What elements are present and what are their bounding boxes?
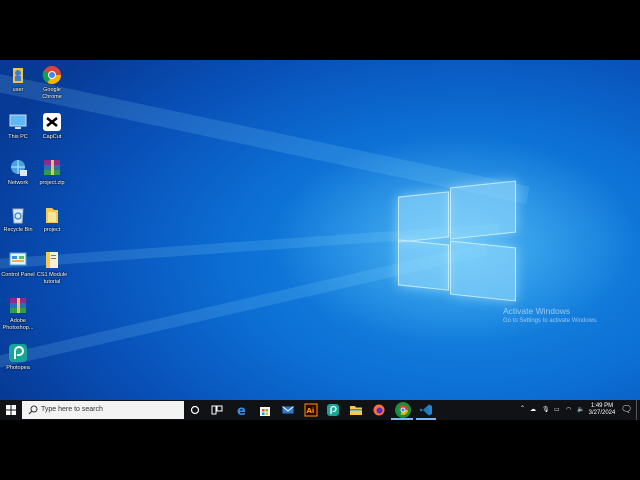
- edge-icon: e: [237, 404, 246, 419]
- winrar-icon: [8, 296, 28, 316]
- active-app-indicator: [391, 418, 413, 420]
- illustrator-taskbar-button[interactable]: Ai: [304, 403, 318, 417]
- chrome-taskbar-button[interactable]: [395, 402, 411, 418]
- desktop-icon-network[interactable]: Network: [0, 158, 36, 187]
- watermark-subtitle: Go to Settings to activate Windows.: [503, 318, 598, 324]
- task-view-button[interactable]: [210, 403, 224, 417]
- desktop-icon-control-panel[interactable]: Control Panel: [0, 250, 36, 279]
- onedrive-tray-icon[interactable]: ☁: [530, 406, 536, 413]
- desktop-icon-chrome[interactable]: Google Chrome: [34, 65, 70, 100]
- capcut-icon: [42, 112, 62, 132]
- file-explorer-taskbar-button[interactable]: [349, 403, 363, 417]
- desktop-icon-this-pc[interactable]: This PC: [0, 112, 36, 141]
- file-explorer-icon: [350, 406, 362, 415]
- cortana-button[interactable]: [188, 403, 202, 417]
- photopea-taskbar-button[interactable]: [326, 403, 340, 417]
- svg-text:Ai: Ai: [307, 407, 315, 415]
- notifications-button[interactable]: 🗨: [621, 404, 632, 415]
- windows-start-icon: [6, 405, 16, 415]
- store-icon: [260, 407, 270, 416]
- volume-tray-icon[interactable]: 🔈: [577, 406, 584, 413]
- svg-text:e: e: [237, 404, 246, 417]
- desktop: user Google Chrome This PC CapCut Networ…: [0, 60, 640, 420]
- mail-taskbar-button[interactable]: [281, 403, 295, 417]
- watermark-title: Activate Windows: [503, 306, 571, 316]
- chevron-up-icon: ⌃: [520, 406, 526, 412]
- photopea-icon: [8, 343, 28, 363]
- clock-time: 1:49 PM: [590, 403, 614, 409]
- search-placeholder: Type here to search: [41, 406, 103, 413]
- vscode-taskbar-button[interactable]: [419, 403, 433, 417]
- photopea-icon: [327, 404, 339, 416]
- control-panel-icon: [8, 250, 28, 270]
- activate-windows-watermark: Activate Windows Go to Settings to activ…: [503, 306, 598, 324]
- clock[interactable]: 1:49 PM 3/27/2024: [588, 403, 616, 417]
- document-icon: [42, 250, 62, 270]
- folder-icon: [42, 205, 62, 225]
- mail-icon: [282, 406, 294, 414]
- show-hidden-icons-button[interactable]: ⌃: [520, 405, 525, 412]
- task-view-icon: [211, 405, 223, 415]
- desktop-icon-user[interactable]: user: [0, 65, 36, 94]
- taskbar-search-box[interactable]: Type here to search: [22, 401, 184, 419]
- show-desktop-button[interactable]: [636, 400, 637, 420]
- edge-taskbar-button[interactable]: e: [235, 403, 249, 419]
- desktop-icon-adobe-photoshop[interactable]: Adobe Photoshop...: [0, 296, 36, 331]
- chrome-icon: [42, 65, 62, 85]
- winrar-archive-icon: [42, 158, 62, 178]
- clock-date: 3/27/2024: [588, 410, 616, 416]
- network-icon: [8, 158, 28, 178]
- user-folder-icon: [8, 65, 28, 85]
- desktop-icon-project-zip[interactable]: project.zip: [34, 158, 70, 187]
- search-icon: [28, 405, 38, 415]
- microphone-tray-icon[interactable]: 🎙: [542, 406, 550, 413]
- desktop-icon-capcut[interactable]: CapCut: [34, 112, 70, 141]
- chrome-icon: [397, 405, 408, 415]
- wifi-tray-icon[interactable]: ◠: [566, 406, 571, 413]
- vscode-icon: [420, 404, 432, 416]
- vscode-active-indicator: [416, 418, 436, 420]
- desktop-icon-cs1-module[interactable]: CS1 Module tutorial: [34, 250, 70, 285]
- illustrator-icon: Ai: [304, 403, 318, 417]
- cortana-icon: [190, 405, 200, 415]
- desktop-icon-recycle-bin[interactable]: Recycle Bin: [0, 205, 36, 234]
- recycle-bin-icon: [8, 205, 28, 225]
- this-pc-icon: [8, 112, 28, 132]
- desktop-icon-project[interactable]: project: [34, 205, 70, 234]
- firefox-icon: [373, 404, 385, 416]
- firefox-taskbar-button[interactable]: [372, 403, 386, 417]
- notification-icon: 🗨: [621, 404, 633, 414]
- store-taskbar-button[interactable]: [258, 403, 272, 417]
- battery-tray-icon[interactable]: ▭: [554, 406, 560, 413]
- desktop-icon-photopea[interactable]: Photopea: [0, 343, 36, 372]
- start-button[interactable]: [4, 403, 18, 417]
- windows-logo: [398, 180, 516, 302]
